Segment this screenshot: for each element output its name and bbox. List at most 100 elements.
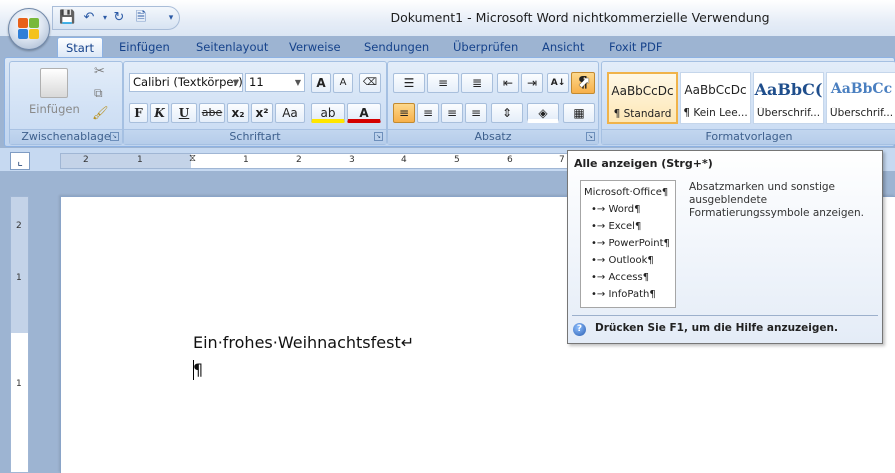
horizontal-ruler[interactable]: 2 1 ⧖ 1 2 3 4 5 6 7: [60, 153, 570, 169]
paste-icon[interactable]: [40, 68, 68, 98]
font-name-select[interactable]: Calibri (Textkörper) ▼: [129, 73, 243, 92]
ruler-label: 1: [16, 273, 22, 283]
tooltip-divider: [572, 315, 878, 316]
indent-marker-icon[interactable]: ⧖: [189, 153, 198, 169]
group-paragraph: ☰ ≡ ≣ ⇤ ⇥ A↓ ¶ ≡ ≡ ≡ ≡ ⇕ ◈ ▦ Absatz ↘: [387, 61, 599, 145]
superscript-button[interactable]: x²: [251, 103, 273, 123]
tab-verweise[interactable]: Verweise: [289, 37, 341, 58]
customize-icon[interactable]: ▾: [163, 10, 179, 26]
tooltip-help-text: Drücken Sie F1, um die Hilfe anzuzeigen.: [595, 322, 838, 334]
help-icon: ?: [573, 323, 586, 336]
font-launcher-icon[interactable]: ↘: [374, 132, 383, 141]
vertical-ruler[interactable]: 2 1 1: [10, 196, 29, 473]
ruler-label: 6: [507, 155, 513, 165]
preview-line: •→ Access¶: [591, 272, 650, 283]
ruler-label: 2: [296, 155, 302, 165]
ruler-label: 3: [349, 155, 355, 165]
tab-selector-icon[interactable]: ⌞: [10, 152, 30, 170]
tab-foxit-pdf[interactable]: Foxit PDF: [609, 37, 662, 58]
cut-icon[interactable]: ✂: [94, 64, 105, 79]
font-size-value: 11: [249, 75, 264, 89]
paragraph-launcher-icon[interactable]: ↘: [586, 132, 595, 141]
style-ueberschrift-2[interactable]: AaBbCc Überschrif...: [826, 72, 895, 124]
change-case-button[interactable]: Aa: [275, 103, 305, 123]
font-color-icon[interactable]: A: [347, 103, 381, 123]
ruler-label: 4: [401, 155, 407, 165]
tab-ueberpruefen[interactable]: Überprüfen: [453, 37, 518, 58]
tooltip-title: Alle anzeigen (Strg+*): [574, 157, 713, 170]
ruler-label: 5: [454, 155, 460, 165]
preview-line: Microsoft·Office¶: [584, 187, 669, 198]
group-styles: AaBbCcDc ¶ Standard AaBbCcDc ¶ Kein Lee.…: [601, 61, 895, 145]
chevron-down-icon: ▼: [232, 78, 239, 87]
sort-icon[interactable]: A↓: [547, 73, 569, 93]
quick-access-toolbar: 💾 ↶ ▾ ↻ 🗎 ▾: [52, 6, 180, 30]
copy-icon[interactable]: ⧉: [94, 86, 103, 101]
align-right-icon[interactable]: ≡: [441, 103, 463, 123]
group-label-styles: Formatvorlagen: [602, 129, 895, 144]
subscript-button[interactable]: x₂: [227, 103, 249, 123]
ruler-label: 1: [137, 155, 143, 165]
group-label-clipboard: Zwischenablage: [10, 129, 122, 144]
multilevel-list-icon[interactable]: ≣: [461, 73, 493, 93]
format-painter-icon[interactable]: 🖌: [92, 106, 109, 121]
mouse-pointer-icon: ⬈: [578, 73, 591, 91]
bold-button[interactable]: F: [129, 103, 148, 123]
bullets-icon[interactable]: ☰: [393, 73, 425, 93]
preview-line: •→ InfoPath¶: [591, 289, 656, 300]
document-text-line[interactable]: Ein·frohes·Weihnachtsfest↵: [193, 333, 414, 352]
numbering-icon[interactable]: ≡: [427, 73, 459, 93]
ruler-margin-top: [11, 197, 28, 333]
ruler-label: 1: [243, 155, 249, 165]
redo-icon[interactable]: ↻: [111, 10, 127, 26]
font-name-value: Calibri (Textkörper): [133, 75, 243, 89]
ribbon: Einfügen ✂ ⧉ 🖌 Zwischenablage ↘ Calibri …: [4, 57, 895, 147]
style-sample: AaBbCcDc: [611, 84, 674, 98]
clipboard-launcher-icon[interactable]: ↘: [110, 132, 119, 141]
decrease-indent-icon[interactable]: ⇤: [497, 73, 519, 93]
tab-seitenlayout[interactable]: Seitenlayout: [196, 37, 268, 58]
style-name: Überschrif...: [829, 107, 894, 119]
underline-button[interactable]: U: [171, 103, 197, 123]
tab-start[interactable]: Start: [57, 37, 103, 58]
undo-icon[interactable]: ↶: [81, 10, 97, 26]
align-center-icon[interactable]: ≡: [417, 103, 439, 123]
preview-line: •→ Excel¶: [591, 221, 642, 232]
preview-line: •→ Word¶: [591, 204, 641, 215]
clear-format-icon[interactable]: ⌫: [359, 73, 381, 93]
print-preview-icon[interactable]: 🗎: [133, 10, 149, 26]
shading-icon[interactable]: ◈: [527, 103, 559, 123]
preview-line: •→ Outlook¶: [591, 255, 654, 266]
ruler-margin-left: [61, 154, 191, 168]
style-name: ¶ Kein Lee...: [683, 107, 748, 119]
tab-einfuegen[interactable]: Einfügen: [119, 37, 170, 58]
borders-icon[interactable]: ▦: [563, 103, 595, 123]
tab-ansicht[interactable]: Ansicht: [542, 37, 584, 58]
group-label-paragraph: Absatz: [388, 129, 598, 144]
grow-font-button[interactable]: A: [311, 73, 331, 93]
style-sample: AaBbCc: [830, 81, 893, 97]
align-left-icon[interactable]: ≡: [393, 103, 415, 123]
shrink-font-button[interactable]: A: [333, 73, 353, 93]
increase-indent-icon[interactable]: ⇥: [521, 73, 543, 93]
style-sample: AaBbCcDc: [684, 83, 747, 97]
line-spacing-icon[interactable]: ⇕: [491, 103, 523, 123]
highlight-icon[interactable]: ab: [311, 103, 345, 123]
style-standard[interactable]: AaBbCcDc ¶ Standard: [607, 72, 678, 124]
font-size-select[interactable]: 11 ▼: [245, 73, 305, 92]
justify-icon[interactable]: ≡: [465, 103, 487, 123]
ribbon-tabs: Start Einfügen Seitenlayout Verweise Sen…: [0, 36, 895, 58]
style-ueberschrift-1[interactable]: AaBbC( Überschrif...: [753, 72, 824, 124]
style-kein-leerraum[interactable]: AaBbCcDc ¶ Kein Lee...: [680, 72, 751, 124]
strikethrough-button[interactable]: abe: [199, 103, 225, 123]
tooltip: Alle anzeigen (Strg+*) Microsoft·Office¶…: [567, 150, 883, 344]
paragraph-mark[interactable]: ¶: [193, 360, 203, 379]
paste-label[interactable]: Einfügen: [29, 102, 80, 116]
office-button[interactable]: [8, 8, 50, 50]
ruler-label: 1: [16, 379, 22, 389]
tab-sendungen[interactable]: Sendungen: [364, 37, 429, 58]
save-icon[interactable]: 💾: [59, 10, 75, 26]
chevron-down-icon: ▼: [294, 78, 301, 87]
italic-button[interactable]: K: [150, 103, 169, 123]
style-name: Überschrif...: [756, 107, 821, 119]
